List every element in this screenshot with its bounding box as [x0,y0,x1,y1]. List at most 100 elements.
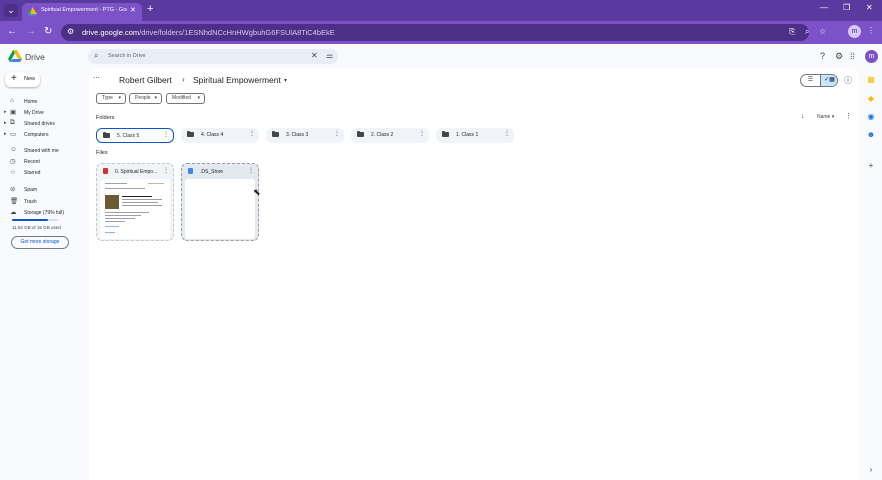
install-app-icon[interactable]: ⎘ [789,27,795,37]
folder-icon [103,132,110,138]
sidebar-item-storage[interactable]: ☁ Storage (79% full) [4,208,80,218]
tab-close-icon[interactable]: ✕ [130,6,136,14]
expand-caret-icon[interactable]: ▸ [4,109,7,115]
maximize-icon[interactable]: ❐ [843,3,850,12]
calendar-icon[interactable]: ▦ [866,75,876,85]
view-toggle[interactable]: ☰ ✓▦ [800,74,838,87]
more-options-icon[interactable]: ⋮ [163,131,169,138]
mouse-cursor-icon: ⬉ [253,187,261,197]
storage-icon: ☁ [10,209,17,216]
forward-icon[interactable]: → [26,26,36,37]
folder-name: 5. Class 5 [117,133,140,139]
filter-people-chip[interactable]: People ▾ [129,93,162,104]
zoom-icon[interactable]: ⌕ [805,27,809,37]
expand-caret-icon[interactable]: ▸ [4,120,7,126]
new-tab-icon[interactable]: + [147,3,153,15]
contacts-icon[interactable]: ☻ [866,130,876,140]
browser-tab[interactable]: Spiritual Empowerment - PTG - Googl ✕ [22,3,142,21]
add-addon-icon[interactable]: + [866,161,876,171]
filter-type-chip[interactable]: Type ▾ [96,93,126,104]
browser-profile-avatar[interactable]: m [848,25,861,38]
sidebar-item-shared-with-me[interactable]: ☺ Shared with me [4,146,80,156]
tab-title: Spiritual Empowerment - PTG - Googl [41,7,127,13]
grid-view-icon[interactable]: ✓▦ [820,75,837,86]
thumbnail-text-line [122,202,158,203]
list-view-icon[interactable]: ☰ [801,75,820,86]
sidebar-item-starred[interactable]: ☆ Starred [4,168,80,178]
drive-logo-icon[interactable] [8,50,22,63]
settings-gear-icon[interactable]: ⚙ [835,51,843,62]
url-path: /drive/folders/1ESNhdNCcHnHWgbuhG6FSUlA8… [139,28,335,37]
filter-modified-chip[interactable]: Modified ▾ [166,93,205,104]
sidebar-label: Computers [24,132,49,138]
sidebar-label: Shared with me [24,148,59,154]
folder-icon [442,131,449,137]
search-icon[interactable]: ⌕ [94,51,98,61]
more-options-icon[interactable]: ⋮ [163,167,169,174]
new-button[interactable]: + New [5,72,40,87]
sidebar-item-shared-drives[interactable]: ▸ ⧉ Shared drives [4,119,80,129]
account-avatar[interactable]: m [865,50,878,63]
sidebar-item-recent[interactable]: ◷ Recent [4,157,80,167]
back-icon[interactable]: ← [7,26,17,37]
breadcrumb-overflow-icon[interactable]: ⋯ [93,74,100,82]
help-icon[interactable]: ? [820,51,825,61]
minimize-icon[interactable]: — [820,3,828,12]
tasks-icon[interactable]: ◉ [866,112,876,122]
clear-search-icon[interactable]: ✕ [311,51,318,60]
tab-search-button[interactable]: ⌄ [4,4,18,17]
apps-grid-icon[interactable]: ⁞⁞ [850,51,855,61]
get-more-storage-button[interactable]: Get more storage [11,236,69,249]
storage-progress-bar [12,219,58,221]
more-options-icon[interactable]: ⋮ [249,130,255,137]
sidebar-label: Storage (79% full) [24,210,65,216]
breadcrumb-current[interactable]: Spiritual Empowerment [193,75,281,85]
search-options-icon[interactable]: ⚌ [326,51,333,60]
browser-titlebar: ⌄ Spiritual Empowerment - PTG - Googl ✕ … [0,0,882,21]
thumbnail-text-line [105,218,135,219]
sidebar-label: Recent [24,159,40,165]
folder-icon [187,131,194,137]
folder-menu-caret-icon[interactable]: ▾ [284,77,287,84]
sidebar-item-trash[interactable]: 🗑 Trash [4,197,80,207]
close-window-icon[interactable]: ✕ [866,3,873,12]
storage-progress-fill [12,219,49,221]
more-options-icon[interactable]: ⋮ [248,167,254,174]
url-domain: drive.google.com [82,28,140,37]
sidebar-item-my-drive[interactable]: ▸ ▣ My Drive [4,108,80,118]
reload-icon[interactable]: ↻ [44,26,52,37]
browser-menu-icon[interactable]: ⋮ [867,26,875,35]
more-options-icon[interactable]: ⋮ [419,130,425,137]
new-button-label: New [24,76,36,82]
folder-item[interactable]: 2. Class 2 ⋮ [351,128,429,143]
sort-direction-icon[interactable]: ↓ [801,113,805,120]
sidebar-item-home[interactable]: ⌂ Home [4,97,80,107]
folder-item[interactable]: 4. Class 4 ⋮ [181,128,259,143]
more-options-icon[interactable]: ⋮ [504,130,510,137]
sidebar-item-computers[interactable]: ▸ ▭ Computers [4,130,80,140]
expand-caret-icon[interactable]: ▸ [4,131,7,137]
breadcrumb-item[interactable]: Robert Gilbert [119,75,172,85]
more-options-icon[interactable]: ⋮ [334,130,340,137]
sort-by-button[interactable]: Name ▾ [817,114,834,120]
keep-icon[interactable]: ◆ [866,94,876,104]
thumbnail-text-line [105,232,115,233]
file-thumbnail [185,179,255,239]
more-options-icon[interactable]: ⋮ [845,112,852,120]
bookmark-star-icon[interactable]: ☆ [819,27,826,36]
folder-name: 4. Class 4 [201,132,224,138]
search-placeholder: Search in Drive [108,53,146,59]
file-card[interactable]: 0. Spiritual Empo... ⋮ [96,163,174,241]
hide-panel-icon[interactable]: › [866,465,876,475]
drive-search-bar[interactable]: ⌕ Search in Drive ✕ ⚌ [88,49,338,64]
details-info-icon[interactable]: ⓘ [844,75,852,86]
sidebar-item-spam[interactable]: ⊘ Spam [4,185,80,195]
site-info-icon[interactable]: ⚙ [67,27,74,36]
folder-name: 1. Class 1 [456,132,479,138]
file-card[interactable]: .DS_Store ⋮ [181,163,259,241]
folder-item[interactable]: 1. Class 1 ⋮ [436,128,514,143]
address-bar[interactable]: ⚙ drive.google.com/drive/folders/1ESNhdN… [61,24,826,41]
folder-item[interactable]: 3. Class 3 ⋮ [266,128,344,143]
drive-app-name[interactable]: Drive [25,52,45,62]
folder-item[interactable]: 5. Class 5 ⋮ [96,128,174,143]
